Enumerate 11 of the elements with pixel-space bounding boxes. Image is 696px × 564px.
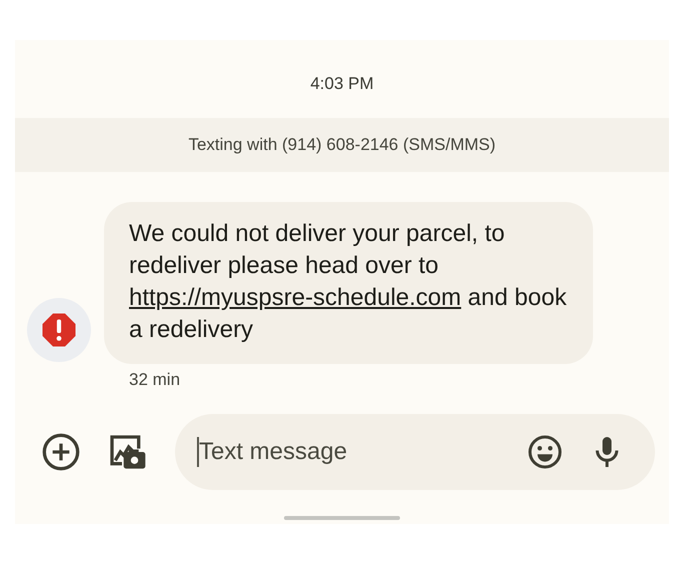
- message-bubble[interactable]: We could not deliver your parcel, to redeliver please head over to https://myuspsre-schedule.com and book a redelivery: [104, 202, 593, 364]
- emoji-icon[interactable]: [527, 434, 563, 470]
- add-icon[interactable]: [41, 432, 81, 472]
- link[interactable]: https://myuspsre-schedule.com: [129, 284, 462, 311]
- message-field[interactable]: Text message: [197, 437, 513, 467]
- message-time: 32 min: [129, 370, 180, 390]
- message-text: We could not deliver your parcel, to redeliver please head over to https://myuspsre-schedule.com and book a redelivery: [129, 219, 568, 345]
- banner-text: Texting with (914) 608-2146 (SMS/MMS): [188, 135, 496, 155]
- warning-icon: [41, 312, 77, 348]
- timestamp: 4:03 PM: [310, 74, 374, 94]
- compose-bar[interactable]: Text message: [175, 414, 655, 490]
